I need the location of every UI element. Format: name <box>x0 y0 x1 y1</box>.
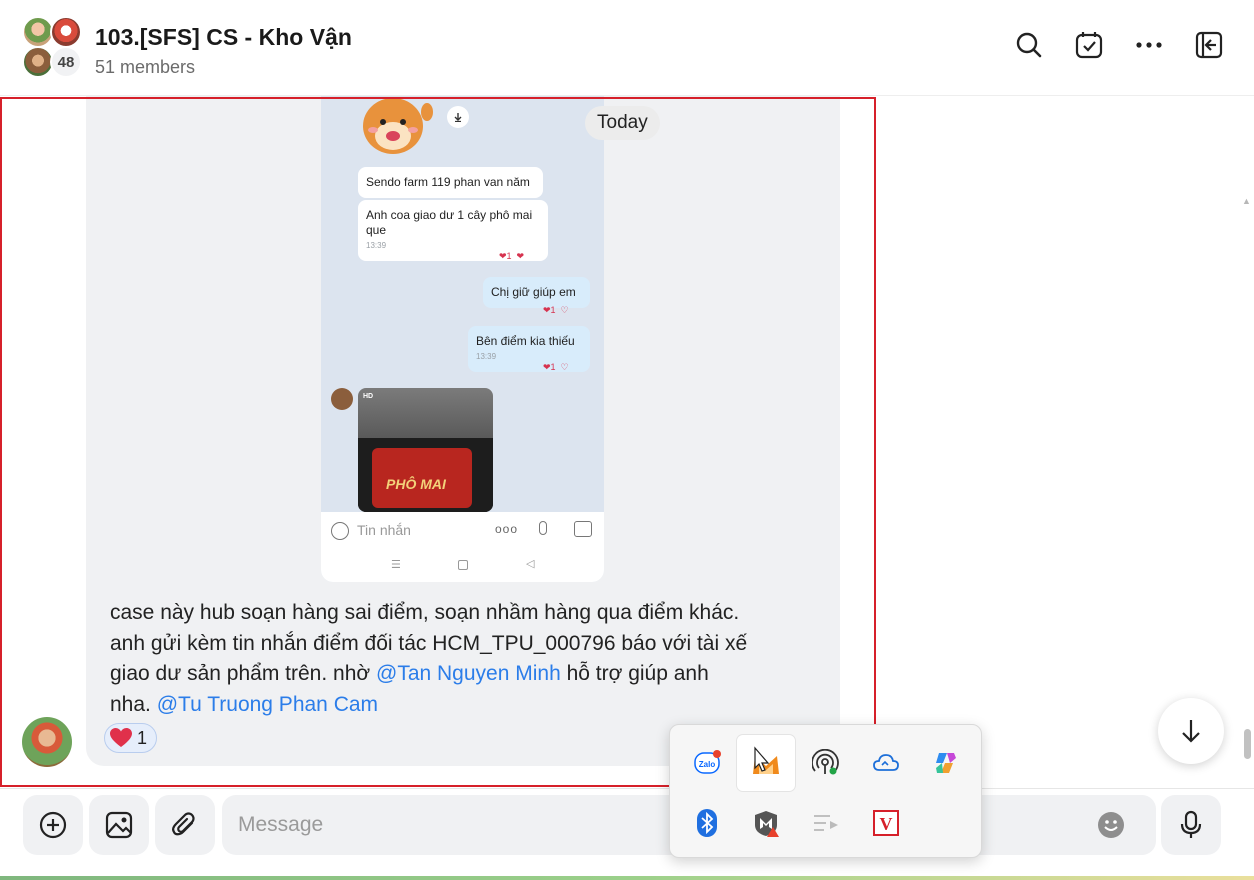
mcafee-icon[interactable] <box>737 795 795 851</box>
broadcast-icon[interactable] <box>797 735 855 791</box>
mini-message: Chị giữ giúp em <box>483 277 590 308</box>
add-button[interactable] <box>23 795 83 855</box>
avatar[interactable] <box>22 717 72 767</box>
image-icon <box>574 521 592 537</box>
message-placeholder: Message <box>238 813 324 836</box>
bluetooth-icon[interactable] <box>678 795 736 851</box>
reaction-count: 1 <box>137 727 148 748</box>
more-icon[interactable] <box>1134 30 1164 60</box>
heart-icon: ❤1 ♡ <box>543 305 569 315</box>
attach-icon <box>172 812 195 836</box>
media-icon[interactable] <box>797 795 855 851</box>
heart-icon <box>110 728 132 747</box>
scrollbar-thumb[interactable] <box>1244 729 1251 759</box>
heart-icon: ❤1 ❤ <box>499 251 525 261</box>
android-nav-bar: ☰ ◁ <box>321 550 604 582</box>
mic-icon <box>539 521 547 535</box>
attach-button[interactable] <box>155 795 215 855</box>
add-icon <box>39 811 67 839</box>
heart-icon: ❤1 ♡ <box>543 362 569 372</box>
mention-link[interactable]: @Tu Truong Phan Cam <box>157 693 378 716</box>
emoji-icon[interactable] <box>1098 812 1124 838</box>
scrollbar[interactable]: ▲ ▼ <box>1240 192 1254 880</box>
system-tray-overflow: Zalo V <box>669 724 982 858</box>
message-list[interactable]: Sendo farm 119 phan van năm Anh coa giao… <box>0 96 1254 874</box>
chat-header: 48 103.[SFS] CS - Kho Vận 51 members <box>0 0 1254 96</box>
image-button[interactable] <box>89 795 149 855</box>
date-divider: Today <box>585 106 660 140</box>
zalo-icon[interactable]: Zalo <box>678 735 736 791</box>
exit-panel-icon[interactable] <box>1194 30 1224 60</box>
svg-text:Zalo: Zalo <box>699 760 716 769</box>
image-icon <box>105 811 133 839</box>
message-bubble[interactable]: Sendo farm 119 phan van năm Anh coa giao… <box>86 96 840 766</box>
svg-text:V: V <box>880 814 893 834</box>
vietkey-icon[interactable]: V <box>857 795 915 851</box>
chat-window: 48 103.[SFS] CS - Kho Vận 51 members Sen… <box>0 0 1254 880</box>
group-avatar[interactable]: 48 <box>22 16 84 80</box>
mini-avatar <box>331 388 353 410</box>
cloud-sync-icon[interactable] <box>857 735 915 791</box>
copilot-icon[interactable] <box>917 735 975 791</box>
mini-message: Sendo farm 119 phan van năm <box>358 167 543 198</box>
mention-link[interactable]: @Tan Nguyen Minh <box>376 662 561 685</box>
taskbar-edge <box>0 876 1254 880</box>
attached-screenshot[interactable]: Sendo farm 119 phan van năm Anh coa giao… <box>321 96 604 582</box>
member-avatar <box>50 16 82 48</box>
download-icon[interactable] <box>447 106 469 128</box>
product-photo: HD PHÔ MAI <box>358 388 493 512</box>
mini-message: Bên điểm kia thiếu 13:39 <box>468 326 590 372</box>
mic-icon <box>1180 810 1202 838</box>
message-text: case này hub soạn hàng sai điểm, soạn nh… <box>110 601 748 716</box>
search-icon[interactable] <box>1014 30 1044 60</box>
reaction-badge[interactable]: 1 <box>104 723 157 753</box>
mini-input-bar: Tin nhắn ooo <box>321 512 604 550</box>
sticker-image <box>357 96 435 158</box>
group-title[interactable]: 103.[SFS] CS - Kho Vận <box>95 24 352 51</box>
message-composer: Message <box>0 788 1254 880</box>
scroll-up-arrow-icon[interactable]: ▲ <box>1242 196 1251 206</box>
fox-app-icon[interactable] <box>737 735 795 791</box>
member-count-badge: 48 <box>50 46 82 78</box>
member-count[interactable]: 51 members <box>95 57 195 78</box>
voice-button[interactable] <box>1161 795 1221 855</box>
arrow-down-icon <box>1182 720 1200 743</box>
emoji-icon <box>331 522 349 540</box>
scroll-to-bottom-button[interactable] <box>1158 698 1224 764</box>
todo-check-icon[interactable] <box>1074 30 1104 60</box>
